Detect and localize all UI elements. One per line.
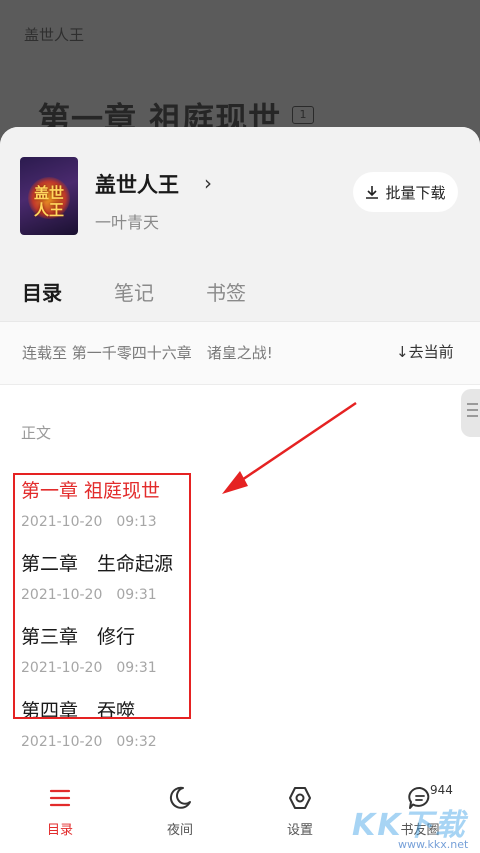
watermark-url: www.kkx.net: [398, 838, 469, 851]
annotation-arrow: [222, 401, 357, 494]
nav-label: 设置: [286, 823, 313, 838]
settings-icon: [289, 787, 311, 809]
nav-label: 夜间: [166, 823, 193, 838]
nav-night-mode[interactable]: 夜间: [140, 785, 220, 838]
moon-icon: [169, 786, 191, 809]
nav-settings[interactable]: 设置: [260, 785, 340, 838]
nav-label: 目录: [46, 823, 73, 838]
book-circle-count-badge: 944: [430, 783, 453, 797]
list-icon: [49, 789, 71, 807]
nav-catalog[interactable]: 目录: [20, 785, 100, 838]
